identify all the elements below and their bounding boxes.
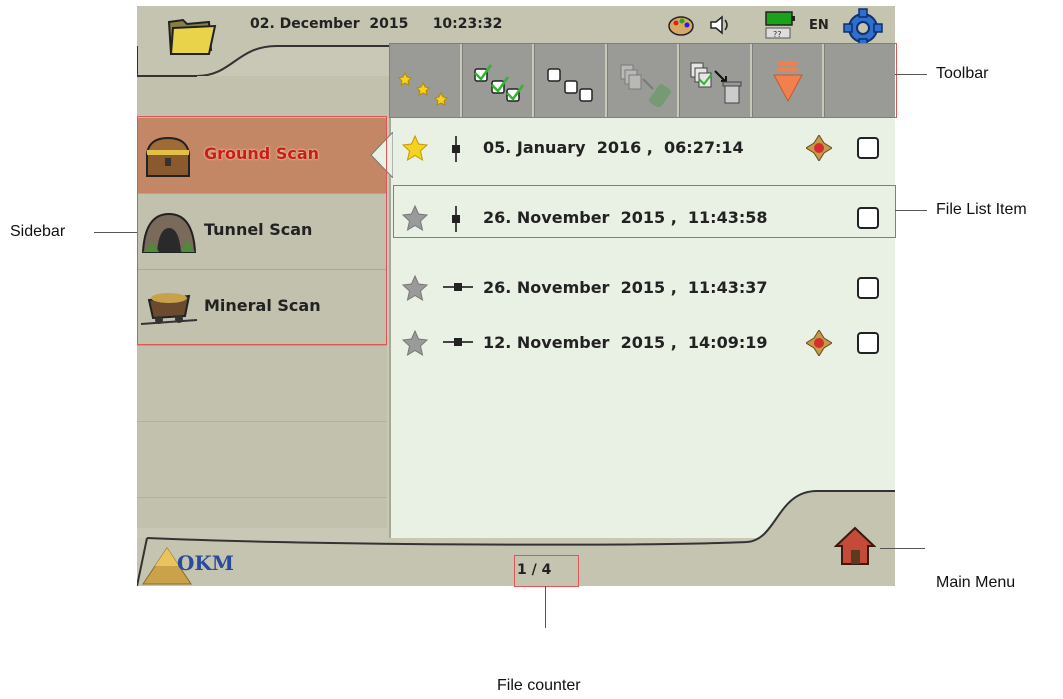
- folder-icon[interactable]: [165, 12, 217, 58]
- datetime-display: 02. December 2015 10:23:32: [250, 16, 502, 32]
- file-list-item[interactable]: 12. November 2015 , 14:09:19: [391, 313, 895, 373]
- file-list-item[interactable]: 26. November 2015 , 11:43:37: [391, 258, 895, 318]
- file-counter-callout-line: [545, 586, 546, 628]
- sidebar-empty-slot: [137, 346, 387, 422]
- file-list-item-highlight: [393, 185, 896, 238]
- file-counter-callout-label: File counter: [497, 677, 581, 694]
- file-counter-highlight: [514, 555, 579, 587]
- star-favorite-icon[interactable]: [401, 134, 429, 162]
- main-menu-callout-line: [880, 548, 925, 549]
- date-text: 02. December 2015: [250, 16, 409, 32]
- file-list: 05. January 2016 , 06:27:14 26. November…: [370, 118, 895, 538]
- sidebar-callout-line: [94, 232, 137, 233]
- svg-text:??: ??: [773, 30, 782, 39]
- file-checkbox[interactable]: [857, 277, 879, 299]
- home-icon[interactable]: [834, 526, 876, 566]
- file-list-item-callout-line: [895, 210, 927, 211]
- file-date: 12. November 2015 , 14:09:19: [483, 333, 768, 352]
- toolbar-highlight: [389, 43, 897, 118]
- sidebar-highlight: [137, 116, 387, 345]
- palette-icon[interactable]: [667, 12, 695, 38]
- file-list-item[interactable]: 05. January 2016 , 06:27:14: [391, 118, 895, 178]
- sensor-vertical-icon: [452, 136, 460, 162]
- okm-logo: OKM: [142, 547, 234, 585]
- svg-text:OKM: OKM: [177, 551, 234, 575]
- file-date: 05. January 2016 , 06:27:14: [483, 138, 744, 157]
- main-menu-callout-label: Main Menu: [936, 574, 1016, 591]
- toolbar-callout-label: Toolbar: [936, 65, 989, 82]
- compass-icon: [806, 330, 832, 356]
- sensor-horizontal-icon: [443, 338, 473, 346]
- file-list-item-callout-label: File List Item: [936, 201, 1027, 218]
- toolbar-callout-line: [895, 74, 927, 75]
- compass-icon: [806, 135, 832, 161]
- file-date: 26. November 2015 , 11:43:37: [483, 278, 768, 297]
- star-icon[interactable]: [401, 274, 429, 302]
- file-checkbox[interactable]: [857, 137, 879, 159]
- star-icon[interactable]: [401, 329, 429, 357]
- speaker-icon[interactable]: [707, 12, 733, 38]
- file-checkbox[interactable]: [857, 332, 879, 354]
- language-indicator[interactable]: EN: [809, 18, 829, 33]
- sidebar-callout-label: Sidebar: [10, 223, 66, 240]
- gear-icon[interactable]: [843, 8, 883, 48]
- sensor-horizontal-icon: [443, 283, 473, 291]
- time-text: 10:23:32: [432, 16, 503, 32]
- battery-icon: ??: [765, 11, 795, 39]
